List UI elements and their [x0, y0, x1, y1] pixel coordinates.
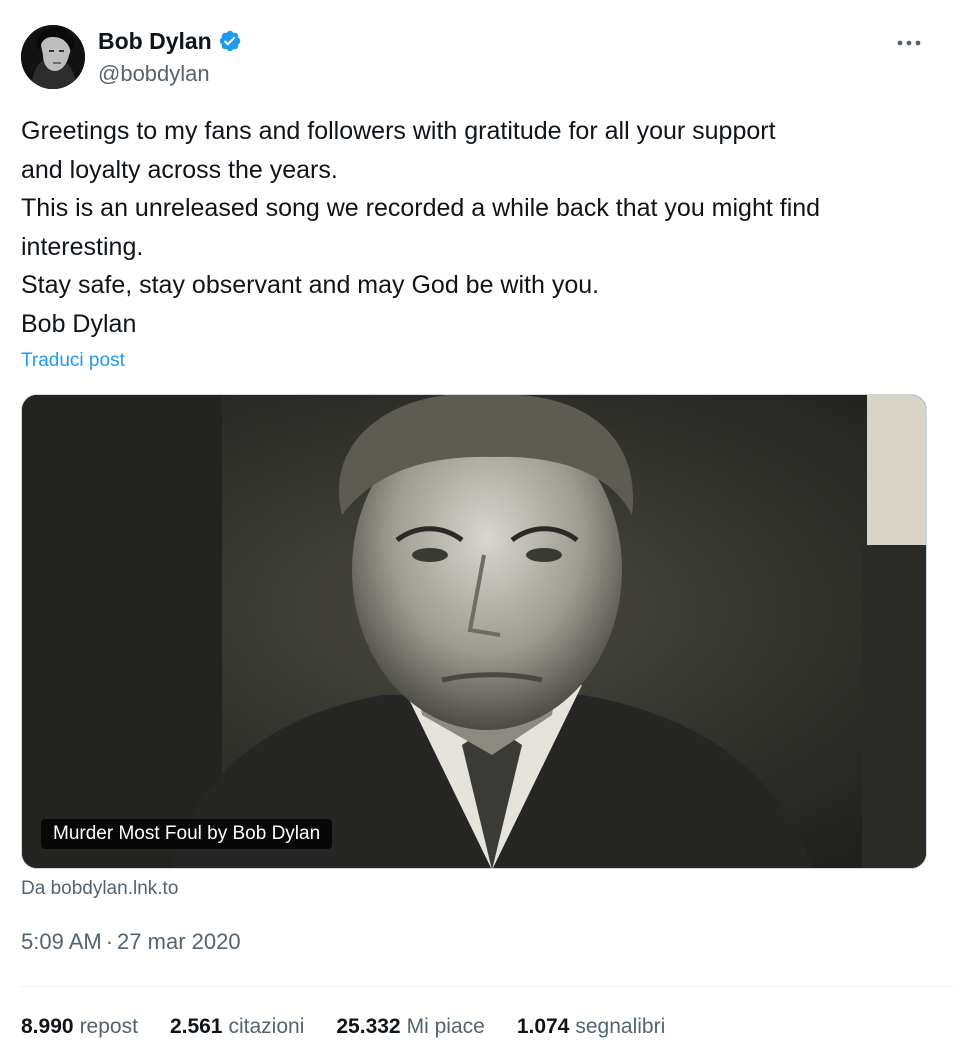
tweet-text-line: and loyalty across the years. — [21, 155, 338, 184]
stat-label: repost — [79, 1015, 138, 1038]
stat-likes[interactable]: 25.332 Mi piace — [336, 1013, 484, 1041]
stat-label: citazioni — [228, 1015, 305, 1038]
portrait-image — [22, 395, 926, 868]
post-time: 5:09 AM — [21, 929, 102, 954]
source-link[interactable]: Da bobdylan.lnk.to — [21, 876, 178, 902]
stat-label: Mi piace — [406, 1015, 485, 1038]
translate-post-link[interactable]: Traduci post — [21, 348, 125, 374]
post-timestamp[interactable]: 5:09 AM · 27 mar 2020 — [21, 928, 241, 956]
stat-count: 8.990 — [21, 1015, 74, 1038]
stat-label: segnalibri — [575, 1015, 666, 1038]
engagement-stats: 8.990 repost 2.561 citazioni 25.332 Mi p… — [21, 1013, 665, 1041]
stat-reposts[interactable]: 8.990 repost — [21, 1013, 138, 1041]
tweet-text: Greetings to my fans and followers with … — [21, 112, 936, 343]
more-options-icon[interactable] — [894, 28, 924, 58]
tweet-text-line: Greetings to my fans and followers with … — [21, 117, 776, 145]
link-card-media[interactable]: Murder Most Foul by Bob Dylan — [21, 394, 927, 869]
avatar[interactable] — [21, 25, 85, 89]
avatar-image — [21, 25, 85, 89]
post-date: 27 mar 2020 — [117, 929, 241, 954]
stat-count: 25.332 — [336, 1015, 401, 1038]
display-name-row: Bob Dylan — [98, 27, 242, 55]
divider — [21, 986, 954, 987]
stat-count: 1.074 — [516, 1015, 570, 1038]
media-caption: Murder Most Foul by Bob Dylan — [41, 819, 333, 849]
tweet-text-line: interesting. — [21, 232, 144, 261]
stat-quotes[interactable]: 2.561 citazioni — [170, 1013, 304, 1041]
tweet-card: Bob Dylan @bobdylan Greetings to my fans… — [0, 0, 954, 1064]
verified-badge-icon[interactable] — [218, 29, 242, 53]
author-name[interactable]: Bob Dylan — [98, 27, 212, 55]
timestamp-separator: · — [105, 929, 114, 954]
tweet-text-line: This is an unreleased song we recorded a… — [21, 194, 821, 222]
tweet-text-line: Stay safe, stay observant and may God be… — [21, 271, 600, 299]
stat-bookmarks[interactable]: 1.074 segnalibri — [517, 1013, 665, 1041]
stat-count: 2.561 — [169, 1015, 223, 1038]
author-handle[interactable]: @bobdylan — [98, 61, 210, 87]
tweet-text-line: Bob Dylan — [21, 309, 137, 338]
